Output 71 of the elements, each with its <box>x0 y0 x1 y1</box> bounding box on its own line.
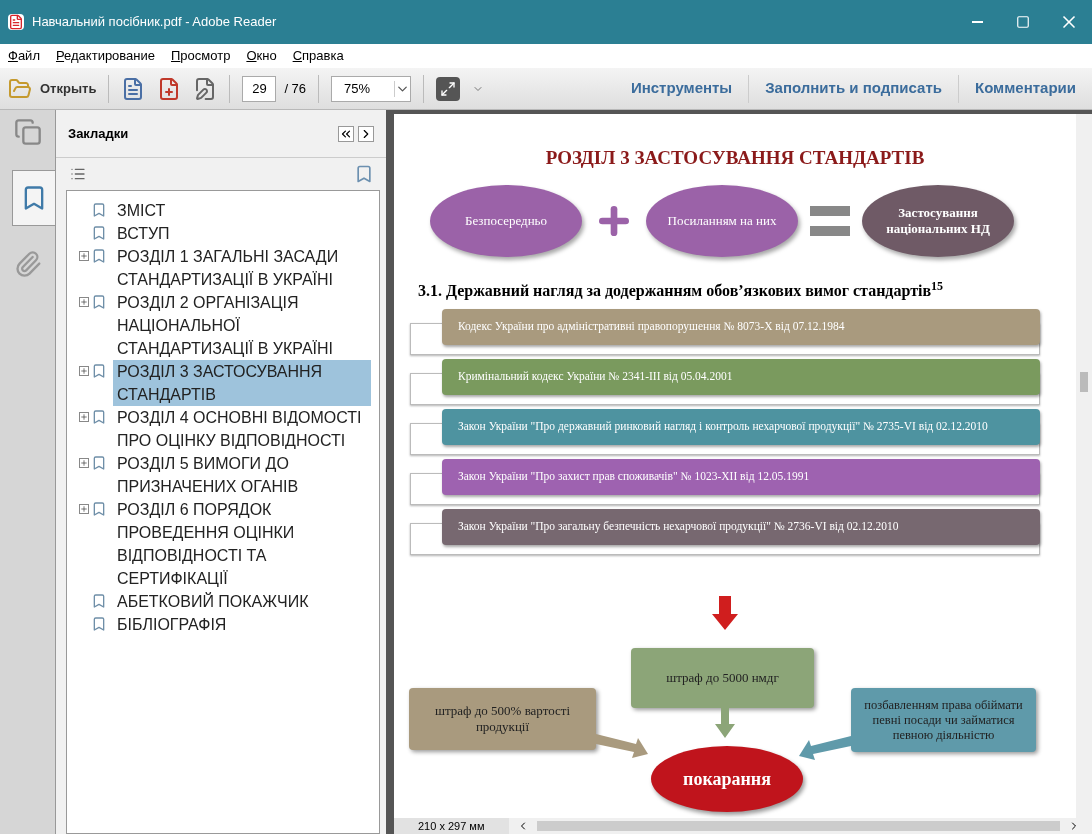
bookmark-item[interactable]: РОЗДІЛ 5 ВИМОГИ ДО ПРИЗНАЧЕНИХ ОГАНІВ <box>113 452 371 498</box>
bookmark-item[interactable]: ЗМІСТ <box>113 199 371 222</box>
zoom-dropdown[interactable]: 75% <box>331 75 412 102</box>
penalty-box: штраф до 5000 нмдг <box>631 648 814 708</box>
maximize-icon <box>1016 15 1030 29</box>
window-title: Навчальний посібник.pdf - Adobe Reader <box>32 13 277 32</box>
section-title: РОЗДІЛ 3 ЗАСТОСУВАННЯ СТАНДАРТІВ <box>544 146 926 170</box>
diagram-oval: Застосування національних НД <box>862 184 1014 257</box>
bookmark-icon <box>91 500 107 518</box>
law-box: Закон України "Про загальну безпечність нехарчової продукції" № 2736-VI від 02.12.2010 <box>442 508 1040 545</box>
bookmark-icon <box>91 615 107 633</box>
bookmark-icon <box>91 293 107 311</box>
menu-item[interactable]: Редактирование <box>55 46 155 66</box>
diagram-oval: Посиланням на них <box>646 184 798 257</box>
expand-toggle-icon[interactable] <box>79 458 89 468</box>
collapse-panel-icon[interactable] <box>338 125 354 142</box>
menu-item[interactable]: Просмотр <box>171 46 231 66</box>
vertical-scrollbar[interactable] <box>1076 114 1092 818</box>
open-button[interactable]: Открыть <box>8 76 97 101</box>
bookmark-icon <box>91 362 107 380</box>
new-bookmark-icon[interactable] <box>354 164 374 184</box>
penalty-box: позбавленням права обіймати певні посади чи займатися певною діяльністю <box>851 688 1036 752</box>
toolbar-link[interactable]: Заполнить и подписать <box>749 77 958 100</box>
app-icon <box>8 14 24 30</box>
bookmark-icon <box>91 408 107 426</box>
law-box: Кримінальний кодекс України № 2341-ІІІ від 05.04.2001 <box>442 358 1040 395</box>
panel-title: Закладки <box>68 124 129 143</box>
bookmark-icon <box>91 454 107 472</box>
attachments-icon[interactable] <box>13 250 42 278</box>
bookmark-item[interactable]: БІБЛІОГРАФІЯ <box>113 613 371 636</box>
bookmarks-tab[interactable] <box>11 170 56 226</box>
bookmark-item[interactable]: РОЗДІЛ 6 ПОРЯДОК ПРОВЕДЕННЯ ОЦІНКИ ВІДПОВІДНОСТІ ТА СЕРТИФІКАЦІЇ <box>113 498 371 590</box>
minimize-icon <box>971 21 983 23</box>
expand-toggle-icon[interactable] <box>79 251 89 261</box>
expand-toggle-icon[interactable] <box>79 412 89 422</box>
folder-icon <box>8 76 32 101</box>
bookmark-icon <box>91 247 107 265</box>
horizontal-scrollbar[interactable] <box>536 821 1060 831</box>
law-box: Кодекс України про адміністративні правопорушення № 8073-X від 07.12.1984 <box>442 308 1040 345</box>
options-menu-icon[interactable] <box>68 166 88 182</box>
menu-item[interactable]: Окно <box>246 46 277 66</box>
expand-icon[interactable] <box>358 125 374 142</box>
menu-item[interactable]: Справка <box>292 46 344 66</box>
page-total: / 76 <box>284 79 307 98</box>
penalty-box: штраф до 500% вартості продукції <box>409 688 596 750</box>
toolbar-link[interactable]: Комментарии <box>959 77 1092 100</box>
result-oval: покарання <box>651 746 803 812</box>
menu-item[interactable]: Файл <box>8 46 40 66</box>
law-box: Закон України "Про державний ринковий нагляд і контроль нехарчової продукції" № 2735-VI від 02.12.2010 <box>442 408 1040 445</box>
bookmark-icon <box>91 201 107 219</box>
subsection-heading: 3.1. Державний нагляд за додержанням обов’язкових вимог стандартів$^{15}$ <box>418 278 945 302</box>
bookmark-item[interactable]: РОЗДІЛ 3 ЗАСТОСУВАННЯ СТАНДАРТІВ <box>113 360 371 406</box>
equals-sign-icon <box>810 205 850 236</box>
expand-toggle-icon[interactable] <box>79 504 89 514</box>
bookmark-item[interactable]: ВСТУП <box>113 222 371 245</box>
bookmark-icon <box>91 592 107 610</box>
diagram-oval: Безпосередньо <box>430 184 582 257</box>
page-number-field[interactable]: 29 <box>242 75 277 102</box>
down-arrow-icon <box>712 596 738 630</box>
down-arrow-icon <box>715 708 735 738</box>
toolbar-link[interactable]: Инструменты <box>614 77 749 100</box>
expand-toggle-icon[interactable] <box>79 297 89 307</box>
bookmark-item[interactable]: АБЕТКОВИЙ ПОКАЖЧИК <box>113 590 371 613</box>
bookmark-item[interactable]: РОЗДІЛ 4 ОСНОВНІ ВІДОМОСТІ ПРО ОЦІНКУ ВІДПОВІДНОСТІ <box>113 406 371 452</box>
bookmark-icon <box>91 224 107 242</box>
law-box: Закон України "Про захист прав споживачів" № 1023-XII від 12.05.1991 <box>442 458 1040 495</box>
pages-icon[interactable] <box>13 118 42 146</box>
bookmark-item[interactable]: РОЗДІЛ 1 ЗАГАЛЬНІ ЗАСАДИ СТАНДАРТИЗАЦІЇ В УКРАЇНІ <box>113 245 371 291</box>
bookmark-item[interactable]: РОЗДІЛ 2 ОРГАНІЗАЦІЯ НАЦІОНАЛЬНОЇ СТАНДАРТИЗАЦІЇ В УКРАЇНІ <box>113 291 371 360</box>
fit-window-icon[interactable] <box>436 76 461 101</box>
expand-toggle-icon[interactable] <box>79 366 89 376</box>
